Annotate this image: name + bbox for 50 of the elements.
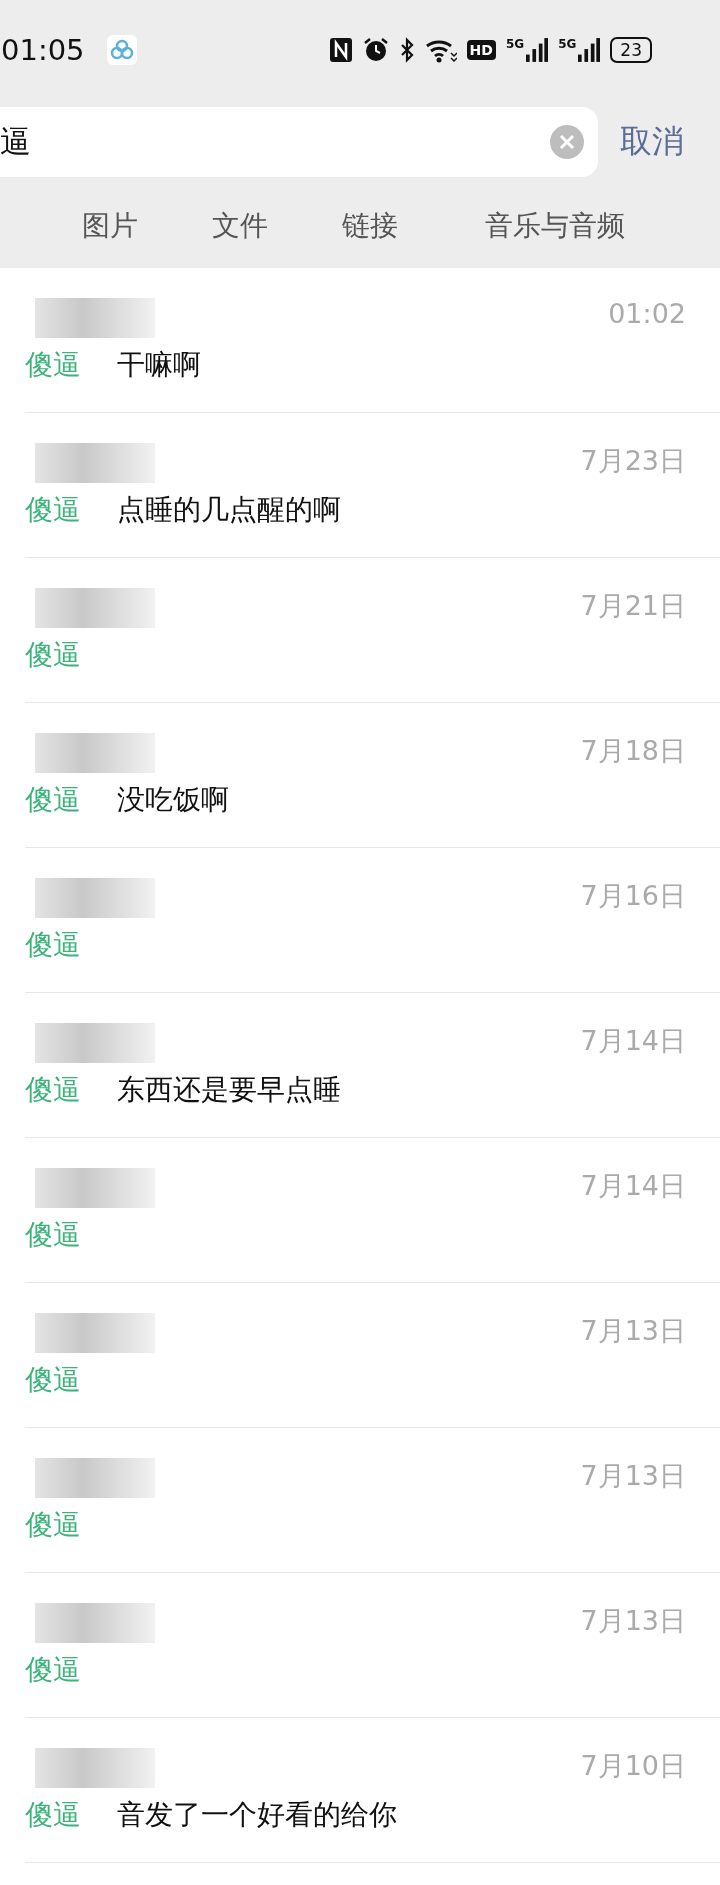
result-time: 7月13日	[580, 1459, 686, 1493]
result-row[interactable]: 7月18日 傻逼 没吃饭啊	[25, 703, 720, 848]
highlighted-keyword: 傻逼	[25, 1507, 81, 1543]
alarm-icon	[362, 37, 389, 63]
battery-level: 23	[610, 37, 652, 63]
hd-badge: HD	[466, 40, 496, 60]
message-text: 干嘛啊	[117, 347, 201, 383]
result-time: 7月10日	[580, 1749, 686, 1783]
message-text: 音发了一个好看的给你	[117, 1797, 397, 1833]
filter-tab[interactable]: 音乐与音频	[455, 207, 655, 245]
result-row[interactable]: 01:02 傻逼 干嘛啊	[25, 268, 720, 413]
highlighted-keyword: 傻逼	[25, 927, 81, 963]
highlighted-keyword: 傻逼	[25, 1652, 81, 1688]
result-row[interactable]: 7月23日 傻逼 点睡的几点醒的啊	[25, 413, 720, 558]
result-time: 7月18日	[580, 734, 686, 768]
message-text: 点睡的几点醒的啊	[117, 492, 341, 528]
filter-tab[interactable]: 链接	[305, 207, 435, 245]
highlighted-keyword: 傻逼	[25, 1797, 81, 1833]
highlighted-keyword: 傻逼	[25, 1362, 81, 1398]
result-time: 01:02	[608, 298, 686, 329]
message-text: 东西还是要早点睡	[117, 1072, 341, 1108]
result-time: 7月13日	[580, 1314, 686, 1348]
network-label: 5G	[558, 37, 577, 51]
cancel-button[interactable]: 取消	[620, 120, 684, 164]
highlighted-keyword: 傻逼	[25, 1072, 81, 1108]
result-time: 7月16日	[580, 879, 686, 913]
result-time: 7月21日	[580, 589, 686, 623]
result-time: 7月14日	[580, 1024, 686, 1058]
signal-icon	[578, 37, 601, 63]
result-time: 7月13日	[580, 1604, 686, 1638]
highlighted-keyword: 傻逼	[25, 347, 81, 383]
filter-tab[interactable]: 图片	[45, 207, 175, 245]
result-time: 7月23日	[580, 444, 686, 478]
highlighted-keyword: 傻逼	[25, 637, 81, 673]
clear-icon[interactable]	[550, 125, 584, 159]
highlighted-keyword: 傻逼	[25, 1217, 81, 1253]
result-time: 7月14日	[580, 1169, 686, 1203]
highlighted-keyword: 傻逼	[25, 492, 81, 528]
search-field[interactable]: 逼	[0, 107, 598, 177]
status-time: 01:05	[1, 33, 85, 67]
result-row[interactable]: 7月14日 傻逼 东西还是要早点睡	[25, 993, 720, 1138]
app-icon	[106, 35, 137, 65]
message-text: 没吃饭啊	[117, 782, 229, 818]
nfc-icon	[328, 37, 353, 63]
bluetooth-icon	[398, 37, 415, 63]
highlighted-keyword: 傻逼	[25, 782, 81, 818]
filter-tab[interactable]: 文件	[175, 207, 305, 245]
result-row[interactable]: 7月10日 傻逼 音发了一个好看的给你	[25, 1718, 720, 1863]
network-label: 5G	[505, 37, 525, 51]
signal-icon	[526, 37, 549, 63]
